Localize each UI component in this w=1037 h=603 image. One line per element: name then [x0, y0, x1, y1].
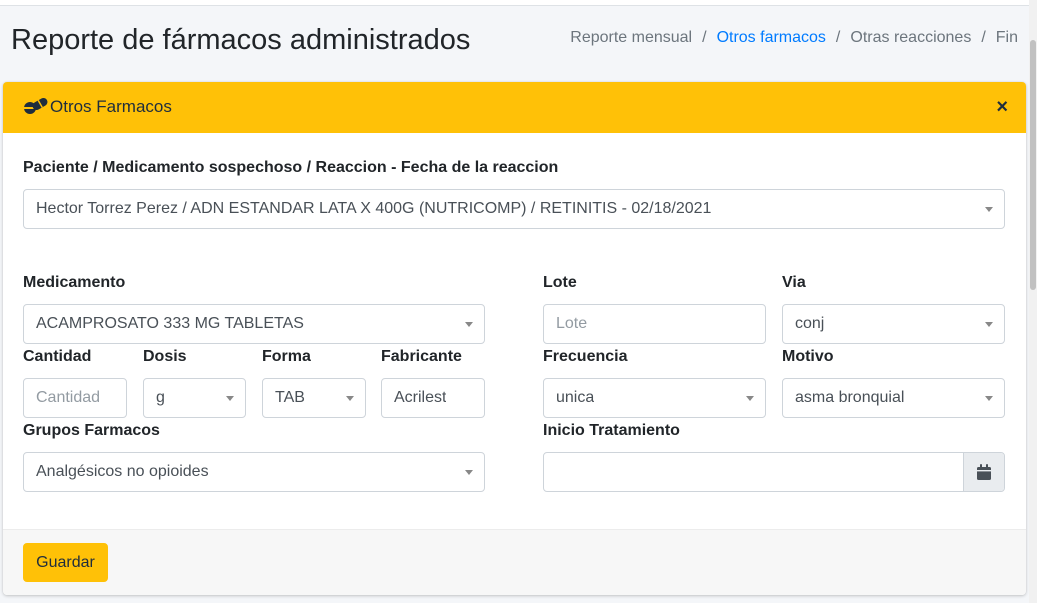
patient-select[interactable]: Hector Torrez Perez / ADN ESTANDAR LATA …	[23, 189, 1005, 229]
forma-select-value: TAB	[275, 389, 305, 406]
pills-icon	[23, 96, 49, 116]
close-icon[interactable]: ×	[996, 96, 1008, 119]
inicio-tratamiento-input[interactable]	[543, 452, 1005, 492]
chevron-down-icon	[746, 396, 754, 401]
lote-placeholder: Lote	[556, 315, 588, 332]
breadcrumb: Reporte mensual / Otros farmacos / Otras…	[570, 29, 1018, 47]
lote-label: Lote	[543, 274, 577, 291]
breadcrumb-separator: /	[835, 29, 841, 46]
chevron-down-icon	[465, 322, 473, 327]
lote-input[interactable]: Lote	[543, 304, 766, 344]
card-title: Otros Farmacos	[50, 97, 172, 116]
cantidad-input[interactable]: Cantidad	[23, 378, 127, 418]
calendar-icon	[977, 464, 991, 480]
patient-select-value: Hector Torrez Perez / ADN ESTANDAR LATA …	[36, 200, 712, 217]
motivo-select[interactable]: asma bronquial	[782, 378, 1005, 418]
fabricante-select[interactable]: Acrilest	[381, 378, 485, 418]
breadcrumb-fin[interactable]: Fin	[996, 29, 1018, 47]
dosis-label: Dosis	[143, 348, 187, 365]
chevron-down-icon	[465, 470, 473, 475]
breadcrumb-otras-reacciones[interactable]: Otras reacciones	[850, 29, 971, 47]
fabricante-label: Fabricante	[381, 348, 462, 365]
scrollbar-thumb[interactable]	[1030, 40, 1036, 290]
patient-label: Paciente / Medicamento sospechoso / Reac…	[23, 159, 559, 176]
forma-select[interactable]: TAB	[262, 378, 366, 418]
cantidad-placeholder: Cantidad	[36, 389, 101, 406]
dosis-select[interactable]: g	[143, 378, 246, 418]
frecuencia-select[interactable]: unica	[543, 378, 766, 418]
frecuencia-select-value: unica	[556, 389, 595, 406]
medicamento-select[interactable]: ACAMPROSATO 333 MG TABLETAS	[23, 304, 485, 344]
inicio-tratamiento-label: Inicio Tratamiento	[543, 422, 680, 439]
motivo-label: Motivo	[782, 348, 834, 365]
breadcrumb-reporte-mensual[interactable]: Reporte mensual	[570, 29, 692, 47]
breadcrumb-separator: /	[702, 29, 707, 46]
otros-farmacos-card: Otros Farmacos × Paciente / Medicamento …	[3, 82, 1026, 595]
page-scrollbar[interactable]	[1029, 0, 1037, 603]
via-label: Via	[782, 274, 806, 291]
via-select-value: conj	[795, 315, 825, 332]
chevron-down-icon	[346, 396, 354, 401]
top-navbar-edge	[0, 0, 1037, 6]
dosis-select-value: g	[156, 389, 165, 406]
card-footer: Guardar	[3, 529, 1026, 595]
chevron-down-icon	[985, 322, 993, 327]
fabricante-select-value: Acrilest	[394, 389, 447, 406]
medicamento-select-value: ACAMPROSATO 333 MG TABLETAS	[36, 315, 304, 332]
medicamento-label: Medicamento	[23, 274, 126, 291]
grupos-farmacos-select[interactable]: Analgésicos no opioides	[23, 452, 485, 492]
card-header: Otros Farmacos ×	[3, 82, 1026, 133]
chevron-down-icon	[985, 207, 993, 212]
grupos-farmacos-select-value: Analgésicos no opioides	[36, 463, 209, 480]
breadcrumb-otros-farmacos[interactable]: Otros farmacos	[717, 29, 826, 47]
save-button[interactable]: Guardar	[23, 543, 108, 582]
cantidad-label: Cantidad	[23, 348, 92, 365]
forma-label: Forma	[262, 348, 311, 365]
calendar-button[interactable]	[963, 453, 1004, 491]
breadcrumb-separator: /	[981, 29, 986, 46]
chevron-down-icon	[226, 396, 234, 401]
chevron-down-icon	[985, 396, 993, 401]
grupos-farmacos-label: Grupos Farmacos	[23, 422, 160, 439]
page-title: Reporte de fármacos administrados	[11, 24, 471, 56]
via-select[interactable]: conj	[782, 304, 1005, 344]
motivo-select-value: asma bronquial	[795, 389, 905, 406]
frecuencia-label: Frecuencia	[543, 348, 628, 365]
